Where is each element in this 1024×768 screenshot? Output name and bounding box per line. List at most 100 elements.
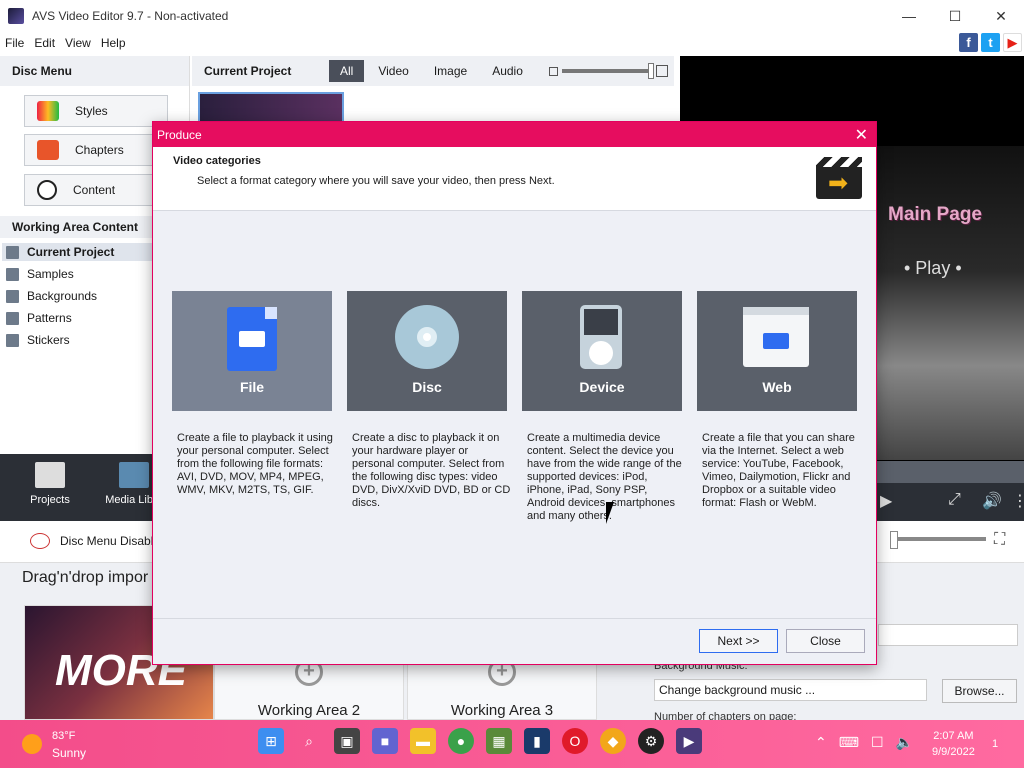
settings-icon[interactable]: ⚙: [638, 728, 664, 754]
dialog-subheading: Select a format category where you will …: [197, 175, 555, 187]
chrome-icon[interactable]: ●: [448, 728, 474, 754]
title-bar: AVS Video Editor 9.7 - Non-activated — ☐…: [0, 0, 1024, 32]
sun-icon[interactable]: [22, 734, 42, 754]
play-icon[interactable]: ▶: [880, 491, 892, 511]
app-icon: [8, 8, 24, 24]
volume-icon[interactable]: 🔈: [896, 734, 913, 751]
opera-icon[interactable]: O: [562, 728, 588, 754]
maximize-button[interactable]: ☐: [932, 0, 978, 32]
current-project-header: Current Project All Video Image Audio: [192, 56, 674, 86]
category-disc[interactable]: Disc: [347, 291, 507, 411]
chevron-up-icon[interactable]: ⌃: [815, 734, 827, 751]
disabled-icon: [30, 533, 50, 549]
tree-item-samples[interactable]: Samples: [6, 267, 74, 281]
folder-icon: [6, 289, 19, 303]
category-file-desc: Create a file to playback it using your …: [177, 432, 333, 496]
tree-item-patterns[interactable]: Patterns: [6, 311, 72, 325]
folder-icon[interactable]: ▬: [410, 728, 436, 754]
notification-count[interactable]: 1: [992, 738, 998, 750]
folder-icon: [6, 311, 19, 325]
settings-input[interactable]: [878, 624, 1018, 646]
folder-icon: [6, 333, 19, 347]
content-button[interactable]: Content: [24, 174, 168, 206]
menu-help[interactable]: Help: [96, 36, 131, 50]
next-button[interactable]: Next >>: [699, 629, 778, 653]
clapperboard-icon: [816, 157, 862, 199]
twitter-icon[interactable]: t: [981, 33, 1000, 52]
web-icon: [743, 307, 809, 367]
drag-drop-label: Drag'n'drop impor: [22, 569, 149, 586]
dialog-title: Produce: [157, 128, 202, 142]
file-icon: [227, 307, 277, 371]
dialog-header: Video categories Select a format categor…: [153, 147, 876, 211]
filter-audio[interactable]: Audio: [481, 60, 534, 82]
weather-temp: 83°F: [52, 730, 76, 742]
disc-menu-disabled-toggle[interactable]: Disc Menu Disabled: [30, 533, 167, 549]
dialog-heading: Video categories: [173, 155, 261, 167]
filter-all[interactable]: All: [329, 60, 365, 82]
category-file[interactable]: File: [172, 291, 332, 411]
category-web[interactable]: Web: [697, 291, 857, 411]
video-editor-icon[interactable]: ▶: [676, 728, 702, 754]
current-project-title: Current Project: [204, 64, 292, 78]
fullscreen-icon[interactable]: ⤢: [948, 491, 961, 509]
zoom-small-icon: [548, 66, 558, 76]
network-icon[interactable]: ☐: [871, 734, 884, 751]
minimize-button[interactable]: —: [886, 0, 932, 32]
category-device[interactable]: Device: [522, 291, 682, 411]
vpn-icon[interactable]: ◆: [600, 728, 626, 754]
add-content-icon: [37, 180, 57, 200]
chapters-button[interactable]: Chapters: [24, 134, 168, 166]
styles-button[interactable]: Styles: [24, 95, 168, 127]
volume-icon[interactable]: 🔊: [982, 491, 1002, 511]
youtube-icon[interactable]: ▶: [1003, 33, 1022, 52]
task-view-icon[interactable]: ▣: [334, 728, 360, 754]
produce-dialog: Produce ✕ Video categories Select a form…: [152, 121, 877, 665]
filter-image[interactable]: Image: [423, 60, 478, 82]
dialog-close-icon[interactable]: ✕: [855, 125, 868, 145]
preview-main-page: Main Page: [888, 204, 982, 225]
tree-item-stickers[interactable]: Stickers: [6, 333, 70, 347]
filter-video[interactable]: Video: [367, 60, 419, 82]
folder-icon: [6, 245, 19, 259]
keyboard-icon[interactable]: ⌨: [839, 734, 859, 751]
tree-item-backgrounds[interactable]: Backgrounds: [6, 289, 97, 303]
category-disc-desc: Create a disc to playback it on your har…: [352, 432, 511, 509]
disc-icon: [395, 305, 459, 369]
facebook-icon[interactable]: f: [959, 33, 978, 52]
preview-image: [876, 146, 1024, 460]
more-icon[interactable]: ⋮: [1012, 491, 1024, 511]
timeline-zoom-slider[interactable]: [890, 531, 986, 549]
preview-seek-bar[interactable]: [876, 461, 1024, 483]
browse-button[interactable]: Browse...: [942, 679, 1017, 703]
start-icon[interactable]: ⊞: [258, 728, 284, 754]
chapters-icon: [37, 140, 59, 160]
zoom-large-icon: [655, 65, 668, 77]
minecraft-icon[interactable]: ▦: [486, 728, 512, 754]
preview-play: • Play •: [904, 258, 962, 278]
menu-view[interactable]: View: [60, 36, 96, 50]
fit-icon[interactable]: ⛶: [994, 531, 1005, 549]
dialog-title-bar: Produce ✕: [153, 122, 876, 147]
mouse-cursor: [606, 502, 622, 524]
clock[interactable]: 2:07 AM 9/9/2022: [932, 728, 975, 760]
disc-menu-header: Disc Menu: [0, 56, 189, 86]
dialog-close-button[interactable]: Close: [786, 629, 865, 653]
film-icon: [119, 462, 149, 488]
menu-edit[interactable]: Edit: [29, 36, 60, 50]
app-icon[interactable]: ▮: [524, 728, 550, 754]
window-title: AVS Video Editor 9.7 - Non-activated: [32, 9, 229, 23]
taskbar: 83°F Sunny ⊞ ⌕ ▣ ■ ▬ ● ▦ ▮ O ◆ ⚙ ▶ ⌃ ⌨ ☐…: [0, 720, 1024, 768]
device-icon: [580, 305, 622, 369]
weather-condition: Sunny: [52, 746, 87, 760]
projects-button[interactable]: Projects: [10, 462, 90, 506]
category-web-desc: Create a file that you can share via the…: [702, 432, 855, 509]
bg-music-field[interactable]: Change background music ...: [654, 679, 927, 701]
close-button[interactable]: ✕: [978, 0, 1024, 32]
styles-icon: [37, 101, 59, 121]
folder-icon: [6, 267, 19, 281]
menu-file[interactable]: File: [0, 36, 29, 50]
zoom-slider[interactable]: [561, 63, 654, 79]
search-icon[interactable]: ⌕: [296, 728, 322, 754]
chat-icon[interactable]: ■: [372, 728, 398, 754]
